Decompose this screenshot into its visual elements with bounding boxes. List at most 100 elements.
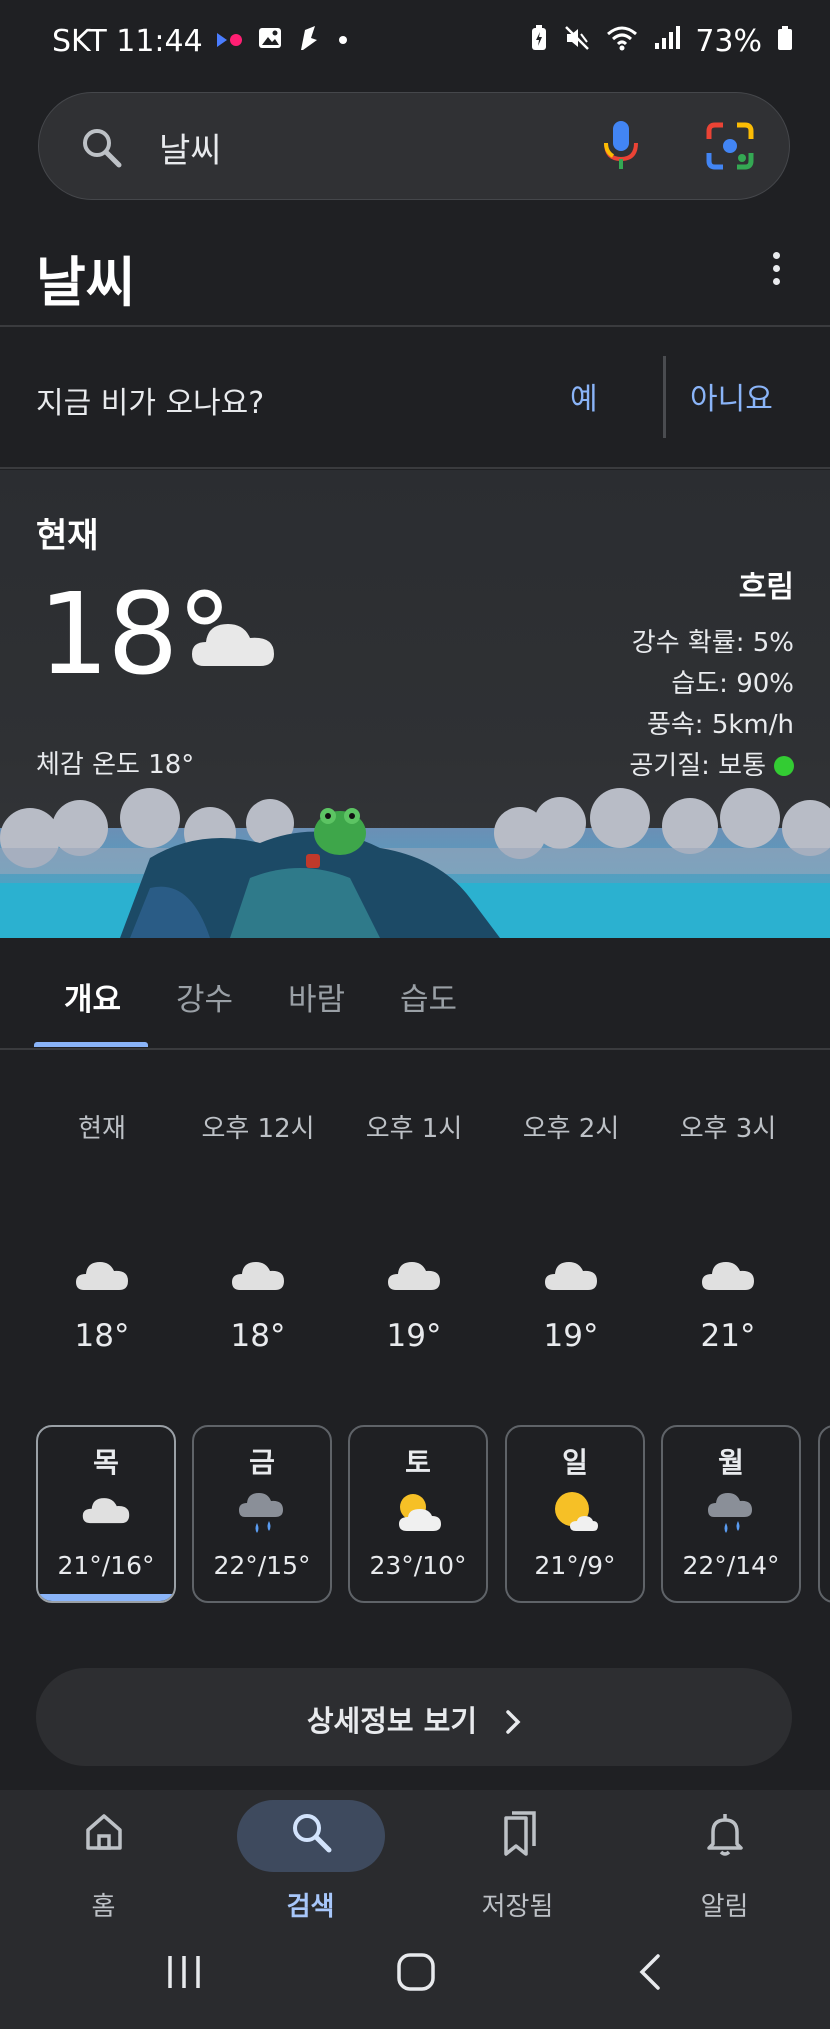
rain-cloud-icon <box>237 1489 287 1541</box>
mute-icon <box>563 24 591 59</box>
search-icon <box>79 125 123 173</box>
gallery-icon <box>257 25 283 58</box>
status-carrier-time: SKT 11:44 <box>52 24 203 59</box>
nav-home-label: 홈 <box>91 1892 116 1922</box>
nav-notifications-label: 알림 <box>700 1892 749 1922</box>
divider <box>0 1048 830 1050</box>
nav-search-label: 검색 <box>286 1892 335 1922</box>
rain-cloud-icon <box>706 1489 756 1541</box>
day-temps: 22°/15° <box>213 1551 311 1580</box>
day-temps: 21°/9° <box>534 1551 616 1580</box>
cloud-icon <box>81 1489 131 1529</box>
rain-no-button[interactable]: 아니요 <box>690 374 773 418</box>
active-tab-indicator <box>34 1042 148 1047</box>
cloud-icon <box>190 610 276 674</box>
dot-icon <box>333 27 353 57</box>
tab-wind[interactable]: 바람 <box>288 974 345 1019</box>
divider <box>0 467 830 469</box>
hour-time: 현재 <box>78 1114 126 1144</box>
mostly-sunny-icon <box>550 1489 600 1539</box>
divider <box>0 325 830 327</box>
cloud-icon <box>74 1252 130 1296</box>
signal-icon <box>653 25 681 58</box>
precipitation-chance: 강수 확률: 5% <box>631 628 794 658</box>
day-card-partial[interactable] <box>818 1425 830 1603</box>
current-weather-card: 현재 18° 체감 온도 18° 흐림 강수 확률: 5% 습도: 90% 풍속… <box>0 470 830 938</box>
day-name: 목 <box>93 1446 119 1479</box>
page-title: 날씨 <box>36 251 136 314</box>
bookmarks-icon <box>496 1810 540 1862</box>
cloud-icon <box>230 1252 286 1296</box>
weather-illustration <box>0 788 830 938</box>
rain-question: 지금 비가 오나요? <box>36 386 265 421</box>
day-name: 월 <box>718 1446 744 1479</box>
battery-saver-icon <box>529 24 549 59</box>
hour-time: 오후 2시 <box>522 1114 620 1144</box>
mic-icon[interactable] <box>601 119 641 177</box>
recent-apps-icon[interactable] <box>164 1952 204 1996</box>
day-name: 일 <box>562 1446 588 1479</box>
air-quality-dot <box>774 756 794 776</box>
hour-temp: 19° <box>386 1318 442 1354</box>
day-name: 금 <box>249 1446 275 1479</box>
tab-overview[interactable]: 개요 <box>64 974 121 1019</box>
search-input[interactable]: 날씨 <box>159 123 222 172</box>
cloud-icon <box>386 1252 442 1296</box>
day-temps: 21°/16° <box>57 1551 155 1580</box>
air-quality: 공기질: 보통 <box>629 745 794 782</box>
day-card[interactable]: 목 21°/16° <box>36 1425 176 1603</box>
day-temps: 23°/10° <box>369 1551 467 1580</box>
battery-percent: 73% <box>695 24 762 59</box>
status-left: SKT 11:44 <box>52 24 353 59</box>
day-card[interactable]: 금 22°/15° <box>192 1425 332 1603</box>
chevron-right-icon <box>505 1708 521 1742</box>
app-icon <box>295 24 321 59</box>
hour-time: 오후 3시 <box>679 1114 777 1144</box>
day-card[interactable]: 월 22°/14° <box>661 1425 801 1603</box>
view-details-label: 상세정보 보기 <box>36 1698 792 1742</box>
nav-saved-label: 저장됨 <box>481 1892 554 1922</box>
wifi-icon <box>605 24 639 59</box>
tab-humidity[interactable]: 습도 <box>400 974 457 1019</box>
button-separator <box>663 356 666 438</box>
search-bar[interactable]: 날씨 <box>38 92 790 200</box>
humidity: 습도: 90% <box>671 669 794 699</box>
search-icon <box>289 1810 333 1858</box>
home-icon <box>82 1810 126 1858</box>
nav-search[interactable]: 검색 <box>207 1790 414 1950</box>
partly-cloudy-icon <box>393 1489 443 1539</box>
day-card[interactable]: 토 23°/10° <box>348 1425 488 1603</box>
hour-time: 오후 1시 <box>365 1114 463 1144</box>
bell-icon <box>703 1810 747 1862</box>
view-details-button[interactable]: 상세정보 보기 <box>36 1668 792 1766</box>
more-options-icon[interactable] <box>764 252 788 292</box>
hour-temp: 18° <box>230 1318 286 1354</box>
hour-temp: 18° <box>74 1318 130 1354</box>
day-name: 토 <box>405 1446 431 1479</box>
wind-speed: 풍속: 5km/h <box>646 710 794 740</box>
hour-time: 오후 12시 <box>201 1114 315 1144</box>
rain-yes-button[interactable]: 예 <box>570 374 598 418</box>
tab-precipitation[interactable]: 강수 <box>176 974 233 1019</box>
day-card[interactable]: 일 21°/9° <box>505 1425 645 1603</box>
hour-temp: 21° <box>700 1318 756 1354</box>
flickr-icon <box>215 27 245 57</box>
nav-notifications[interactable]: 알림 <box>621 1790 828 1950</box>
cloud-icon <box>543 1252 599 1296</box>
nav-home[interactable]: 홈 <box>0 1790 207 1950</box>
day-temps: 22°/14° <box>682 1551 780 1580</box>
status-bar: SKT 11:44 73% <box>0 0 830 90</box>
current-label: 현재 <box>36 516 99 556</box>
status-right: 73% <box>529 24 794 59</box>
lens-icon[interactable] <box>705 121 755 175</box>
condition: 흐림 <box>738 570 794 605</box>
home-button-icon[interactable] <box>396 1952 436 1996</box>
bottom-nav: 홈 검색 저장됨 알림 <box>0 1790 830 2029</box>
hour-temp: 19° <box>543 1318 599 1354</box>
feels-like: 체감 온도 18° <box>36 750 195 780</box>
cloud-icon <box>700 1252 756 1296</box>
air-quality-text: 공기질: 보통 <box>629 751 766 781</box>
selected-day-indicator <box>38 1594 174 1601</box>
nav-saved[interactable]: 저장됨 <box>414 1790 621 1950</box>
back-icon[interactable] <box>634 1952 664 1996</box>
